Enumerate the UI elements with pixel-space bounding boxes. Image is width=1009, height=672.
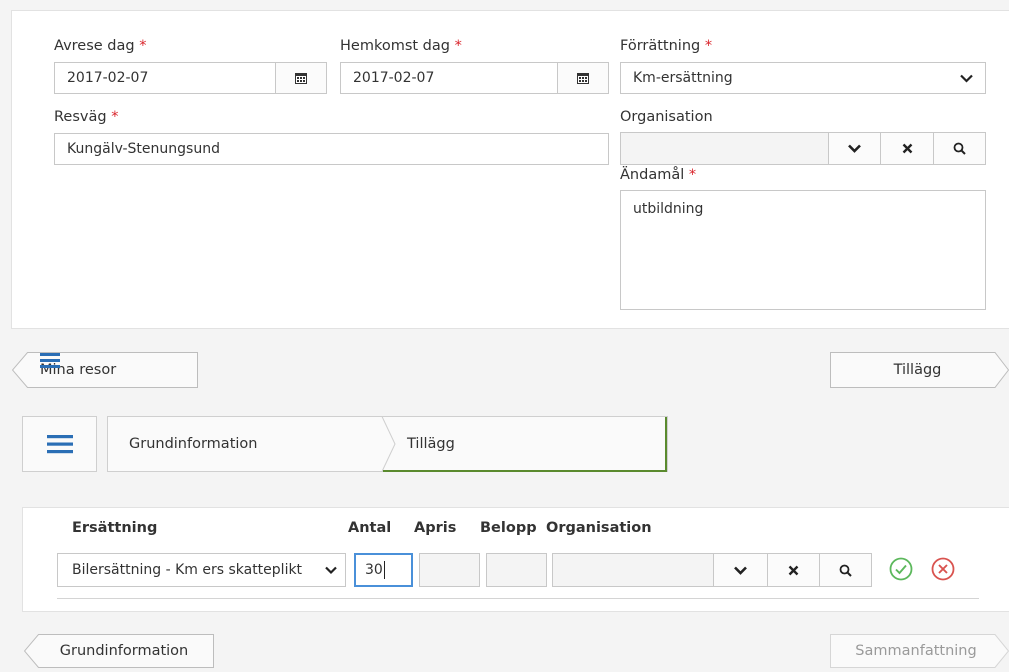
calendar-icon (295, 73, 307, 84)
row-organisation-input[interactable] (552, 553, 714, 587)
panel1-left-band (0, 10, 11, 330)
chevron-down-icon (960, 74, 973, 83)
organisation-input[interactable] (620, 132, 829, 165)
confirm-row-button[interactable] (889, 557, 913, 581)
close-circle-icon (931, 557, 955, 581)
errand-select[interactable]: Km-ersättning (620, 62, 986, 94)
depart-date-label: Avrese dag * (54, 38, 147, 54)
row-organisation-dropdown-button[interactable] (713, 553, 768, 587)
route-input[interactable]: Kungälv-Stenungsund (54, 133, 609, 165)
depart-date-input[interactable]: 2017-02-07 (54, 62, 276, 94)
chevron-down-icon (325, 566, 337, 574)
compensation-select[interactable]: Bilersättning - Km ers skatteplikt (57, 553, 346, 587)
close-icon (902, 143, 912, 154)
search-icon (839, 564, 852, 577)
supplement-next-button[interactable]: Tillägg (830, 352, 1009, 388)
depart-date-calendar-button[interactable] (275, 62, 327, 94)
basic-info-back-label: Grundinformation (59, 643, 189, 659)
chevron-down-icon (734, 566, 747, 575)
col-header-compensation: Ersättning (72, 520, 158, 536)
menu-icon (46, 435, 73, 454)
text-cursor (383, 561, 385, 579)
summary-next-button[interactable]: Sammanfattning (830, 634, 1009, 668)
organisation-label: Organisation (620, 109, 713, 125)
step-breadcrumb: Grundinformation Tillägg (107, 416, 668, 472)
organisation-clear-button[interactable] (880, 132, 934, 165)
row-organisation-clear-button[interactable] (767, 553, 820, 587)
row-organisation-search-button[interactable] (819, 553, 872, 587)
return-date-calendar-button[interactable] (557, 62, 609, 94)
quantity-input[interactable]: 30 (354, 553, 413, 587)
basic-info-back-button[interactable]: Grundinformation (24, 634, 214, 668)
row-divider (57, 598, 979, 599)
purpose-textarea[interactable]: utbildning (620, 190, 986, 310)
calendar-icon (577, 73, 589, 84)
summary-next-label: Sammanfattning (855, 643, 977, 659)
step-basic-info[interactable]: Grundinformation (129, 416, 257, 472)
search-icon (953, 142, 966, 155)
supplement-left-band (0, 507, 22, 612)
organisation-dropdown-button[interactable] (828, 132, 881, 165)
purpose-label: Ändamål * (620, 167, 697, 183)
close-icon (788, 565, 799, 575)
col-header-quantity: Antal (348, 520, 392, 536)
col-header-amount: Belopp (480, 520, 537, 536)
col-header-organisation: Organisation (546, 520, 652, 536)
return-date-label: Hemkomst dag * (340, 38, 462, 54)
organisation-search-button[interactable] (933, 132, 986, 165)
col-header-unit-price: Apris (414, 520, 457, 536)
route-label: Resväg * (54, 109, 119, 125)
supplement-next-label: Tillägg (893, 362, 942, 378)
errand-label: Förrättning * (620, 38, 713, 54)
check-circle-icon (889, 557, 913, 581)
my-trips-button[interactable]: Mina resor (12, 352, 198, 388)
amount-input[interactable] (486, 553, 547, 587)
unit-price-input[interactable] (419, 553, 480, 587)
steps-menu-button[interactable] (22, 416, 97, 472)
step-supplement[interactable]: Tillägg (407, 416, 455, 472)
cancel-row-button[interactable] (931, 557, 955, 581)
chevron-down-icon (848, 144, 861, 153)
menu-icon (40, 353, 60, 368)
top-band (0, 0, 1009, 10)
return-date-input[interactable]: 2017-02-07 (340, 62, 558, 94)
